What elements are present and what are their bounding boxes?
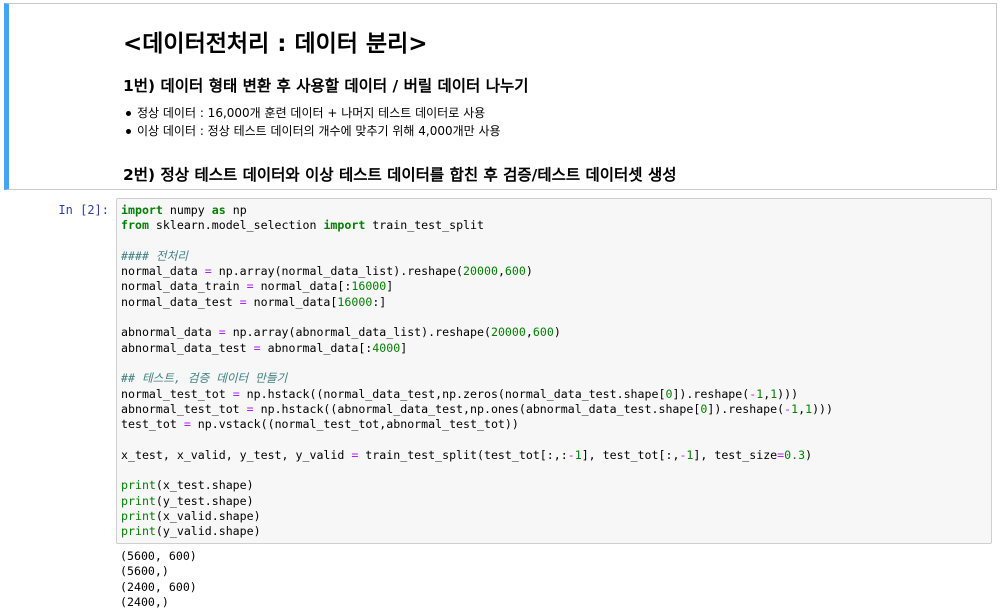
code-line[interactable]: import numpy as np bbox=[121, 203, 991, 218]
step2-heading: 2번) 정상 테스트 데이터와 이상 테스트 데이터를 합친 후 검증/테스트 … bbox=[123, 166, 677, 184]
code-line[interactable]: print(y_valid.shape) bbox=[121, 524, 991, 539]
code-line[interactable]: normal_data_test = normal_data[16000:] bbox=[121, 295, 991, 310]
code-line[interactable]: ​ bbox=[121, 234, 991, 249]
code-editor[interactable]: import numpy as np from sklearn.model_sel… bbox=[116, 198, 992, 544]
code-line[interactable]: ​ bbox=[121, 463, 991, 478]
code-line[interactable]: abnormal_data_test = abnormal_data[:4000… bbox=[121, 341, 991, 356]
code-line[interactable]: normal_data_train = normal_data[:16000] bbox=[121, 279, 991, 294]
list-item-text: 정상 데이터 : 16,000개 훈련 데이터 + 나머지 테스트 데이터로 사… bbox=[137, 106, 486, 120]
list-item: 정상 데이터 : 16,000개 훈련 데이터 + 나머지 테스트 데이터로 사… bbox=[123, 104, 501, 122]
bullet-icon bbox=[126, 129, 131, 134]
notebook-page: <데이터전처리 : 데이터 분리> 1번) 데이터 형태 변환 후 사용할 데이… bbox=[0, 0, 1002, 613]
code-line[interactable]: abnormal_data = np.array(abnormal_data_l… bbox=[121, 325, 991, 340]
code-line[interactable]: print(x_test.shape) bbox=[121, 478, 991, 493]
code-line[interactable]: print(y_test.shape) bbox=[121, 494, 991, 509]
section-heading: <데이터전처리 : 데이터 분리> bbox=[123, 31, 428, 57]
cell-output: (5600, 600) (5600,) (2400, 600) (2400,) bbox=[120, 549, 197, 610]
code-line[interactable]: ​ bbox=[121, 432, 991, 447]
output-line: (5600, 600) bbox=[120, 549, 197, 563]
code-line[interactable]: abnormal_test_tot = np.hstack((abnormal_… bbox=[121, 402, 991, 417]
markdown-cell[interactable]: <데이터전처리 : 데이터 분리> 1번) 데이터 형태 변환 후 사용할 데이… bbox=[4, 3, 997, 190]
list-item-text: 이상 데이터 : 정상 테스트 데이터의 개수에 맞추기 위해 4,000개만 … bbox=[137, 124, 501, 138]
code-line[interactable]: ## 테스트, 검증 데이터 만들기 bbox=[121, 371, 991, 386]
code-line[interactable]: ​ bbox=[121, 356, 991, 371]
code-text[interactable]: import numpy as np from sklearn.model_sel… bbox=[117, 199, 991, 540]
code-line[interactable]: ​ bbox=[121, 310, 991, 325]
code-line[interactable]: from sklearn.model_selection import trai… bbox=[121, 218, 991, 233]
output-line: (5600,) bbox=[120, 564, 169, 579]
code-line[interactable]: normal_data = np.array(normal_data_list)… bbox=[121, 264, 991, 279]
code-line[interactable]: x_test, x_valid, y_test, y_valid = train… bbox=[121, 448, 991, 463]
bullet-list: 정상 데이터 : 16,000개 훈련 데이터 + 나머지 테스트 데이터로 사… bbox=[123, 104, 501, 140]
step1-heading: 1번) 데이터 형태 변환 후 사용할 데이터 / 버릴 데이터 나누기 bbox=[123, 77, 529, 95]
list-item: 이상 데이터 : 정상 테스트 데이터의 개수에 맞추기 위해 4,000개만 … bbox=[123, 122, 501, 140]
code-line[interactable]: print(x_valid.shape) bbox=[121, 509, 991, 524]
output-line: (2400,) bbox=[120, 594, 169, 609]
input-prompt: In [2]: bbox=[58, 203, 109, 217]
code-line[interactable]: #### 전처리 bbox=[121, 249, 991, 264]
code-line[interactable]: normal_test_tot = np.hstack((normal_data… bbox=[121, 387, 991, 402]
code-line[interactable]: test_tot = np.vstack((normal_test_tot,ab… bbox=[121, 417, 991, 432]
bullet-icon bbox=[126, 111, 131, 116]
output-line: (2400, 600) bbox=[120, 579, 197, 594]
